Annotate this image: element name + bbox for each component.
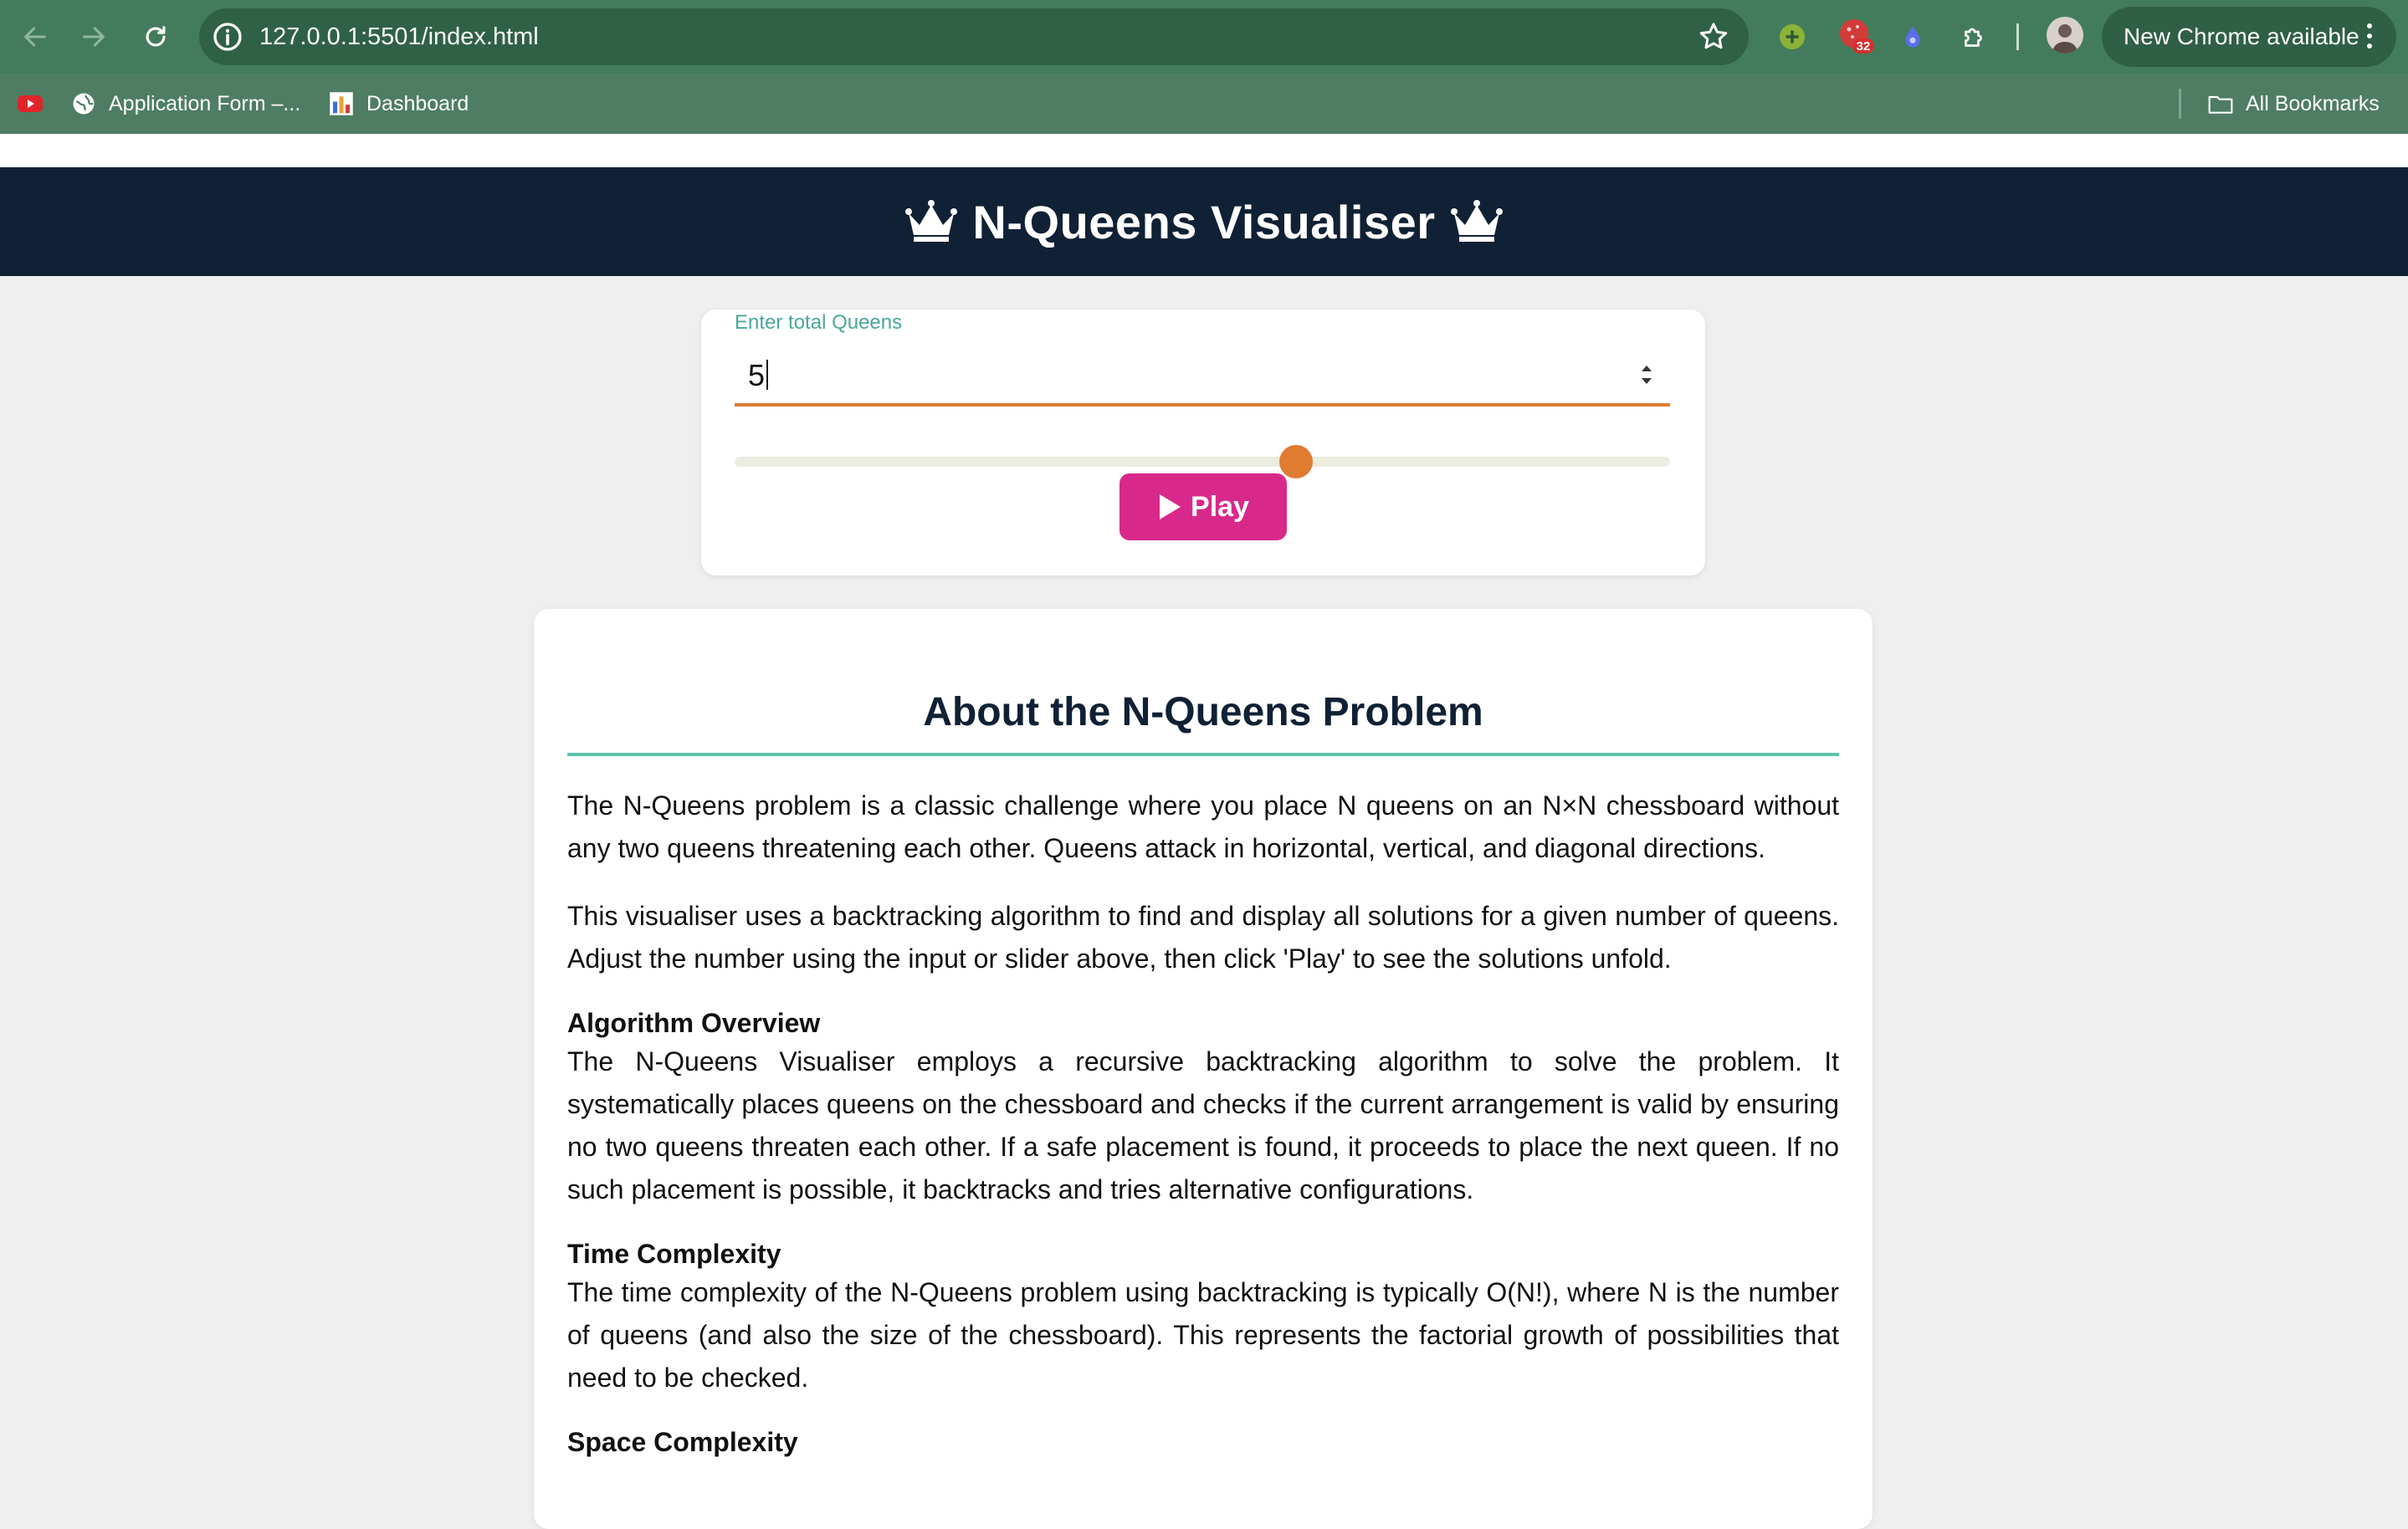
bookmark-youtube[interactable]	[17, 74, 55, 134]
bar-chart-icon	[328, 90, 355, 117]
play-button[interactable]: Play	[1119, 473, 1287, 540]
profile-avatar[interactable]	[2047, 17, 2083, 54]
app-title: N-Queens Visualiser	[972, 195, 1436, 248]
section-text: The time complexity of the N-Queens prob…	[567, 1277, 1839, 1393]
bookmarks-divider	[2179, 89, 2181, 119]
folder-icon	[2207, 90, 2234, 117]
back-button[interactable]	[13, 15, 57, 59]
page-top-gap	[0, 134, 2408, 167]
about-card: About the N-Queens Problem The N-Queens …	[534, 609, 1873, 1529]
bookmark-label: Dashboard	[366, 91, 469, 115]
new-chrome-label: New Chrome available	[2124, 23, 2359, 49]
queens-slider[interactable]	[735, 457, 1670, 467]
new-chrome-available-button[interactable]: New Chrome available	[2102, 7, 2396, 67]
globe-icon	[70, 90, 97, 117]
queens-input-value[interactable]: 5	[748, 358, 765, 393]
space-complexity-section: Space Complexity	[567, 1424, 1839, 1460]
time-complexity-section: Time Complexity The time complexity of t…	[567, 1236, 1839, 1399]
extension-add-icon[interactable]	[1772, 17, 1812, 57]
all-bookmarks-button[interactable]: All Bookmarks	[2207, 74, 2380, 134]
app-header: N-Queens Visualiser	[0, 167, 2408, 276]
crown-icon	[1450, 200, 1503, 242]
text-cursor	[766, 360, 768, 390]
bookmark-star-icon[interactable]	[1697, 20, 1730, 54]
queens-input-label: Enter total Queens	[735, 311, 903, 334]
forward-button[interactable]	[72, 15, 115, 59]
intro-paragraph: The N-Queens problem is a classic challe…	[567, 790, 1839, 863]
extension-badge: 32	[1857, 39, 1871, 54]
play-icon	[1160, 494, 1181, 519]
toolbar-divider	[2016, 23, 2019, 50]
about-body: The N-Queens problem is a classic challe…	[567, 785, 1839, 1485]
slider-thumb[interactable]	[1278, 445, 1313, 478]
section-heading: Space Complexity	[567, 1427, 798, 1457]
crown-icon	[905, 200, 958, 242]
section-text: The N-Queens Visualiser employs a recurs…	[567, 1046, 1839, 1204]
url-text[interactable]: 127.0.0.1:5501/index.html	[259, 8, 539, 65]
youtube-icon	[17, 90, 44, 117]
algorithm-overview-section: Algorithm Overview The N-Queens Visualis…	[567, 1005, 1839, 1211]
about-title: About the N-Queens Problem	[923, 690, 1483, 734]
play-label: Play	[1191, 490, 1249, 523]
usage-paragraph: This visualiser uses a backtracking algo…	[567, 901, 1839, 974]
bookmark-application-form[interactable]: Application Form –...	[70, 74, 300, 134]
site-info-icon[interactable]	[211, 20, 244, 54]
reload-button[interactable]	[134, 15, 177, 59]
section-heading: Time Complexity	[567, 1239, 781, 1269]
extension-cookie-icon[interactable]: 32	[1836, 17, 1876, 57]
browser-toolbar: 127.0.0.1:5501/index.html 32 New Chrome …	[0, 0, 2408, 74]
bookmarks-bar: Application Form –... Dashboard All Book…	[0, 74, 2408, 134]
address-bar[interactable]: 127.0.0.1:5501/index.html	[199, 8, 1749, 65]
number-spinner-icon[interactable]	[1638, 361, 1655, 388]
extensions-puzzle-icon[interactable]	[1955, 17, 1995, 57]
arrow-left-icon	[24, 27, 46, 47]
section-heading: Algorithm Overview	[567, 1008, 821, 1038]
extension-drop-icon[interactable]	[1893, 17, 1933, 57]
bookmark-dashboard[interactable]: Dashboard	[328, 74, 469, 134]
title-divider	[567, 753, 1839, 756]
bookmark-label: Application Form –...	[109, 91, 301, 115]
arrow-right-icon	[83, 27, 105, 47]
queens-number-input[interactable]: 5	[735, 346, 1670, 407]
more-menu-icon[interactable]	[2366, 23, 2373, 52]
reload-icon	[146, 26, 166, 47]
all-bookmarks-label: All Bookmarks	[2246, 91, 2380, 115]
controls-card: Enter total Queens 5 Play	[701, 309, 1705, 575]
